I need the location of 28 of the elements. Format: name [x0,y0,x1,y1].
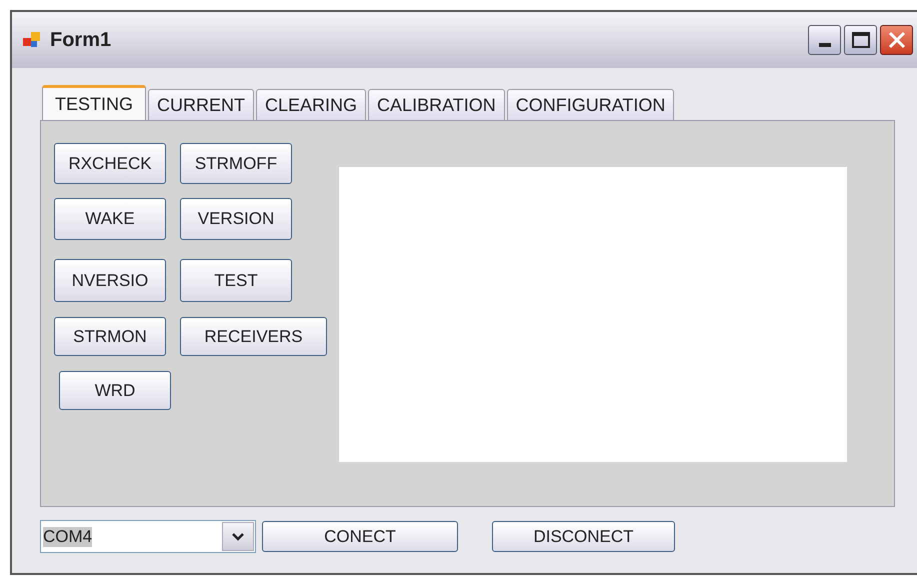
command-button[interactable]: WRD [59,371,171,410]
tab[interactable]: CONFIGURATION [506,89,674,120]
command-button[interactable]: RECEIVERS [180,317,327,356]
close-button[interactable] [880,25,913,55]
command-button[interactable]: VERSION [180,198,292,240]
tab[interactable]: TESTING [42,85,146,120]
minimize-icon [818,43,830,47]
port-combo-box[interactable]: COM4 [40,520,256,553]
chevron-down-icon [232,532,244,540]
dropdown-button[interactable] [222,522,254,551]
tab[interactable]: CLEARING [256,89,366,120]
maximize-icon [852,32,870,48]
combo-value: COM4 [43,526,92,546]
window-title: Form1 [50,28,112,53]
command-button[interactable]: STRMON [54,317,166,356]
app-icon [22,30,42,50]
connection-button[interactable]: CONECT [262,521,458,552]
command-button[interactable]: NVERSIO [54,259,166,302]
command-button[interactable]: WAKE [54,198,166,240]
tab[interactable]: CURRENT [148,89,254,120]
close-icon [888,31,906,49]
command-button[interactable]: STRMOFF [180,143,292,184]
tab[interactable]: CALIBRATION [368,89,505,120]
command-button[interactable]: RXCHECK [54,143,166,184]
command-button[interactable]: TEST [180,259,292,302]
connection-button[interactable]: DISCONECT [492,521,675,552]
minimize-button[interactable] [808,25,841,55]
maximize-button[interactable] [844,25,877,55]
